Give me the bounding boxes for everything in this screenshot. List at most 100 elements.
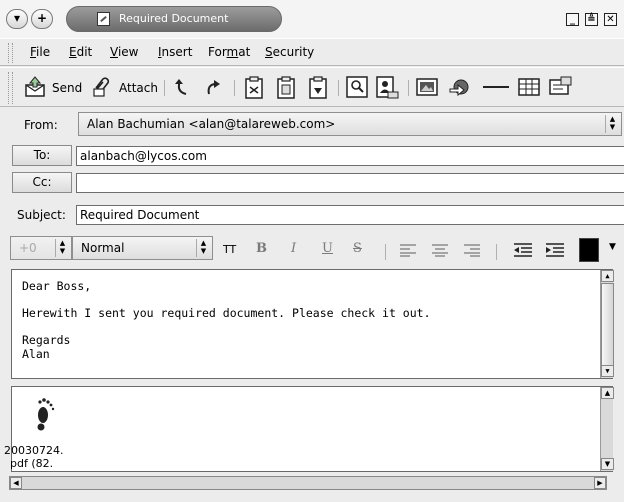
window-title-pill: Required Document (66, 6, 282, 32)
scroll-left-icon[interactable]: ◀ (10, 477, 22, 489)
menu-edit-label: dit (76, 45, 93, 59)
copy-button[interactable] (274, 76, 298, 100)
close-icon: ✕ (606, 14, 615, 25)
message-body[interactable]: Dear Boss, Herewith I sent you required … (11, 269, 614, 379)
maximize-button[interactable]: ≜ (585, 13, 598, 26)
send-button[interactable]: Send (24, 76, 86, 100)
menu-format-label-a: For (208, 45, 227, 59)
attachment-item[interactable]: 20030724. pdf (82. (4, 387, 88, 471)
title-bar: ▾ + Required Document _ ≜ ✕ (0, 0, 624, 38)
attach-button[interactable]: Attach (91, 76, 161, 100)
font-size-value: +0 (19, 241, 37, 255)
subject-field[interactable]: Required Document (76, 205, 624, 225)
copy-icon (277, 76, 295, 99)
from-select[interactable]: Alan Bachumian <alan@talareweb.com> ▲ ▼ (78, 112, 622, 136)
minimize-icon: _ (570, 14, 575, 25)
scroll-down-icon[interactable]: ▼ (601, 458, 614, 470)
add-button[interactable]: + (31, 9, 53, 29)
paste-button[interactable] (306, 76, 330, 100)
align-left-icon[interactable] (400, 243, 416, 257)
attachment-name: 20030724. pdf (82. (4, 444, 84, 470)
redo-icon (207, 80, 220, 95)
menu-insert[interactable]: Insert (158, 45, 192, 59)
to-button[interactable]: To: (12, 145, 72, 166)
scroll-up-icon[interactable]: ▲ (601, 387, 614, 399)
toolbar-separator (338, 80, 339, 96)
font-size-select[interactable]: +0 ▲ ▼ (10, 236, 72, 260)
horizontal-scrollbar[interactable]: ◀ ▶ (9, 476, 607, 490)
find-button[interactable] (346, 76, 368, 100)
from-value: Alan Bachumian <alan@talareweb.com> (87, 117, 336, 131)
body-line: Herewith I sent you required document. P… (22, 306, 431, 320)
main-toolbar: Send Attach (0, 67, 624, 107)
select-arrows-icon: ▲ ▼ (605, 115, 619, 133)
menu-security-label: ecurity (272, 45, 315, 59)
horizontal-line-icon (483, 86, 509, 88)
scroll-down-icon[interactable]: ▼ (601, 365, 614, 377)
menu-format[interactable]: Format (208, 45, 250, 59)
scroll-thumb[interactable] (601, 283, 614, 366)
select-arrows-icon: ▲ ▼ (196, 239, 210, 257)
indent-icon[interactable] (546, 242, 564, 258)
text-color-button[interactable] (579, 238, 599, 262)
address-book-icon (376, 76, 399, 99)
scroll-up-icon[interactable]: ▲ (601, 270, 614, 282)
menu-security-key: S (265, 45, 273, 59)
body-scrollbar[interactable]: ▲ ▼ (600, 270, 614, 378)
format-separator (496, 244, 497, 260)
bold-button[interactable]: B (256, 241, 267, 256)
cut-icon (245, 76, 263, 99)
anchor-icon (549, 76, 572, 95)
window-menu-button[interactable]: ▾ (6, 9, 28, 29)
attach-icon (93, 77, 110, 97)
from-label: From: (24, 118, 58, 132)
paragraph-style-value: Normal (81, 241, 125, 255)
to-button-label: To: (33, 148, 51, 162)
toolbar-separator (408, 80, 409, 96)
align-right-icon[interactable] (464, 243, 480, 257)
strikethrough-button[interactable]: S (353, 241, 362, 256)
menu-file-label: ile (36, 45, 51, 59)
cut-button[interactable] (242, 76, 266, 100)
underline-button[interactable]: U (322, 241, 333, 256)
magnifier-icon (346, 76, 368, 98)
menubar-grip[interactable] (8, 43, 13, 63)
send-label: Send (52, 81, 83, 95)
redo-button[interactable] (202, 76, 224, 100)
align-center-icon[interactable] (432, 243, 448, 257)
scroll-right-icon[interactable]: ▶ (594, 477, 606, 489)
format-toolbar: +0 ▲ ▼ Normal ▲ ▼ TT B I U S ▼ (0, 232, 624, 266)
window-title: Required Document (119, 12, 229, 25)
to-field[interactable]: alanbach@lycos.com (76, 146, 624, 166)
horizontal-line-button[interactable] (482, 76, 510, 100)
paragraph-style-select[interactable]: Normal ▲ ▼ (72, 236, 213, 260)
maximize-icon: ≜ (587, 14, 596, 25)
italic-button[interactable]: I (291, 241, 296, 256)
menu-insert-label: nsert (161, 45, 193, 59)
menu-edit[interactable]: Edit (69, 45, 92, 59)
attachment-scrollbar[interactable]: ▲ ▼ (600, 387, 614, 471)
chevron-down-icon: ▾ (13, 11, 21, 25)
menu-view[interactable]: View (110, 45, 138, 59)
insert-anchor-button[interactable] (549, 76, 573, 100)
minimize-button[interactable]: _ (566, 13, 579, 26)
link-icon (449, 79, 469, 97)
address-book-button[interactable] (376, 76, 400, 100)
menu-security[interactable]: Security (265, 45, 314, 59)
send-icon (25, 76, 45, 97)
insert-link-button[interactable] (448, 76, 474, 100)
subject-label: Subject: (17, 208, 66, 222)
insert-image-button[interactable] (416, 76, 438, 100)
toolbar-grip[interactable] (8, 72, 13, 104)
menu-view-key: V (110, 45, 118, 59)
cc-field[interactable] (76, 173, 624, 193)
undo-button[interactable] (172, 76, 194, 100)
close-button[interactable]: ✕ (604, 13, 617, 26)
insert-table-button[interactable] (518, 76, 540, 100)
format-separator (385, 244, 386, 260)
outdent-icon[interactable] (514, 242, 532, 258)
teletype-button[interactable]: TT (223, 243, 236, 256)
cc-button[interactable]: Cc: (12, 172, 72, 193)
chevron-down-icon[interactable]: ▼ (609, 242, 616, 252)
menu-file[interactable]: File (30, 45, 50, 59)
